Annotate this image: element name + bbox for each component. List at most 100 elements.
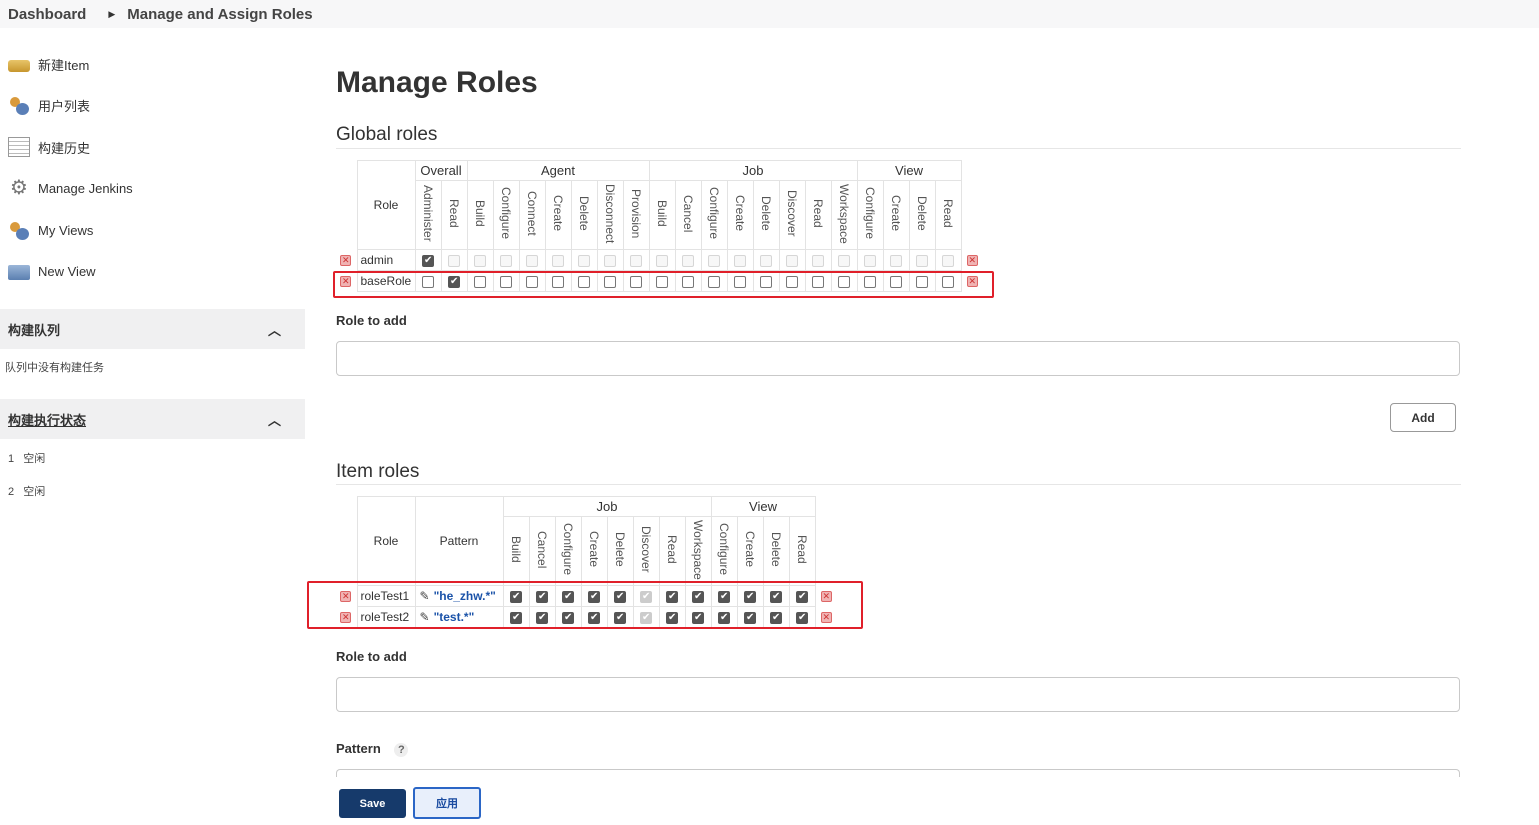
item-role-input[interactable] xyxy=(336,677,1460,712)
permission-label: Configure xyxy=(717,523,731,576)
permission-checkbox[interactable] xyxy=(448,254,460,267)
highlight-box xyxy=(333,271,994,298)
permission-label: Configure xyxy=(863,187,877,240)
permission-checkbox[interactable] xyxy=(604,254,616,267)
build-queue-title: 构建队列 xyxy=(8,322,61,338)
permission-label: Discover xyxy=(785,190,799,237)
users-icon xyxy=(8,95,30,115)
permission-checkbox[interactable] xyxy=(630,254,642,267)
permission-header: Administer xyxy=(414,180,442,250)
task-label: My Views xyxy=(38,222,94,238)
executors-header[interactable]: 构建执行状态 ︿ xyxy=(0,399,305,439)
permission-checkbox[interactable] xyxy=(942,254,954,267)
task-new-view[interactable]: New View xyxy=(8,259,96,283)
build-queue-header[interactable]: 构建队列 ︿ xyxy=(0,309,305,349)
permission-header: Discover xyxy=(632,516,660,586)
permission-label: Delete xyxy=(759,196,773,231)
breadcrumb-separator-icon[interactable]: ▶ xyxy=(108,9,115,20)
permission-checkbox[interactable] xyxy=(864,254,876,267)
task-manage-jenkins[interactable]: ⚙ Manage Jenkins xyxy=(8,176,133,200)
permission-header: Create xyxy=(736,516,764,586)
permission-group-header: Agent xyxy=(466,160,650,181)
permission-cell xyxy=(544,249,572,271)
permission-cell xyxy=(518,249,546,271)
permission-header: Workspace xyxy=(684,516,712,586)
permission-group-header: Overall xyxy=(414,160,468,181)
apply-button[interactable]: 应用 xyxy=(413,787,481,819)
chevron-up-icon[interactable]: ︿ xyxy=(268,320,281,339)
permission-cell xyxy=(466,249,494,271)
breadcrumb: Dashboard ▶ Manage and Assign Roles xyxy=(0,0,1539,28)
executors-title[interactable]: 构建执行状态 xyxy=(8,410,86,429)
new-item-icon xyxy=(8,60,30,72)
permission-checkbox[interactable] xyxy=(812,254,824,267)
permission-label: Delete xyxy=(613,532,627,567)
permission-cell xyxy=(830,249,858,271)
task-new-item[interactable]: 新建Item xyxy=(8,52,89,76)
help-icon[interactable]: ? xyxy=(394,743,409,757)
executor-number: 2 xyxy=(8,486,15,498)
permission-label: Build xyxy=(655,200,669,227)
permission-label: Connect xyxy=(525,191,539,236)
permission-header: Disconnect xyxy=(596,180,624,250)
permission-checkbox[interactable] xyxy=(422,254,434,268)
users-icon xyxy=(8,220,30,240)
delete-role-icon[interactable]: ✕ xyxy=(340,255,352,267)
permission-header: Delete xyxy=(606,516,634,586)
permission-checkbox[interactable] xyxy=(838,254,850,267)
permission-checkbox[interactable] xyxy=(578,254,590,267)
permission-group-header: View xyxy=(710,496,816,517)
permission-label: Create xyxy=(733,195,747,232)
permission-checkbox[interactable] xyxy=(474,254,486,267)
chevron-up-icon[interactable]: ︿ xyxy=(268,410,281,429)
pattern-input[interactable] xyxy=(336,769,1460,777)
permission-checkbox[interactable] xyxy=(786,254,798,267)
add-button[interactable]: Add xyxy=(1390,403,1456,432)
permission-header: Configure xyxy=(856,180,884,250)
permission-header: Build xyxy=(502,516,530,586)
build-history-icon xyxy=(8,137,30,157)
permission-checkbox[interactable] xyxy=(760,254,772,267)
breadcrumb-dashboard[interactable]: Dashboard xyxy=(0,6,86,23)
global-role-input[interactable] xyxy=(336,341,1460,376)
permission-label: Delete xyxy=(769,532,783,567)
permission-header: Cancel xyxy=(674,180,702,250)
executor-status: 空闲 xyxy=(23,486,46,498)
permission-header: Read xyxy=(788,516,816,586)
permission-group-header: Job xyxy=(502,496,712,517)
permission-header: Create xyxy=(580,516,608,586)
permission-checkbox[interactable] xyxy=(682,254,694,267)
role-name: admin xyxy=(356,249,416,271)
task-users[interactable]: 用户列表 xyxy=(8,93,90,117)
permission-checkbox[interactable] xyxy=(656,254,668,267)
permission-header: Read xyxy=(804,180,832,250)
permission-checkbox[interactable] xyxy=(552,254,564,267)
executor-status: 空闲 xyxy=(23,453,46,465)
permission-checkbox[interactable] xyxy=(708,254,720,267)
breadcrumb-current[interactable]: Manage and Assign Roles xyxy=(127,6,312,23)
delete-role-icon[interactable]: ✕ xyxy=(966,255,978,267)
permission-header: Discover xyxy=(778,180,806,250)
task-build-history[interactable]: 构建历史 xyxy=(8,135,90,159)
task-label: New View xyxy=(38,263,96,279)
permission-header: Configure xyxy=(710,516,738,586)
permission-checkbox[interactable] xyxy=(890,254,902,267)
permission-label: Create xyxy=(587,531,601,568)
permission-cell xyxy=(778,249,806,271)
permission-checkbox[interactable] xyxy=(526,254,538,267)
permission-label: Create xyxy=(889,195,903,232)
permission-cell xyxy=(934,249,962,271)
permission-checkbox[interactable] xyxy=(500,254,512,267)
permission-checkbox[interactable] xyxy=(734,254,746,267)
build-queue-empty: 队列中没有构建任务 xyxy=(5,362,104,374)
permission-label: Configure xyxy=(561,523,575,576)
save-button[interactable]: Save xyxy=(339,789,406,818)
spacer xyxy=(335,161,357,250)
item-role-to-add-label: Role to add xyxy=(336,649,407,664)
permission-cell xyxy=(804,249,832,271)
permission-checkbox[interactable] xyxy=(916,254,928,267)
section-divider xyxy=(336,148,1461,149)
permission-cell xyxy=(856,249,884,271)
permission-label: Delete xyxy=(577,196,591,231)
task-my-views[interactable]: My Views xyxy=(8,218,93,242)
